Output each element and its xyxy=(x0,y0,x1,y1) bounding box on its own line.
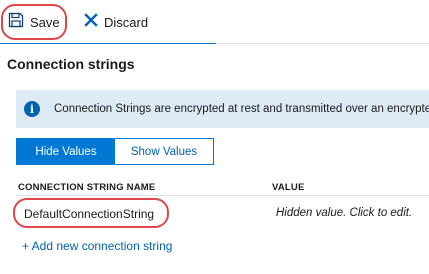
section-title: Connection strings xyxy=(7,56,135,72)
column-header-name: CONNECTION STRING NAME xyxy=(18,182,156,193)
info-text: Connection Strings are encrypted at rest… xyxy=(54,103,429,115)
info-banner: i Connection Strings are encrypted at re… xyxy=(16,90,429,128)
show-values-button[interactable]: Show Values xyxy=(115,139,213,164)
save-highlight-annotation xyxy=(1,4,67,40)
toolbar-divider xyxy=(216,43,429,44)
toolbar-active-underline xyxy=(0,43,216,44)
discard-label: Discard xyxy=(104,14,149,30)
discard-button[interactable]: Discard xyxy=(84,8,148,36)
column-header-value: VALUE xyxy=(272,182,305,193)
connection-string-value[interactable]: Hidden value. Click to edit. xyxy=(276,207,412,219)
values-toggle: Hide Values Show Values xyxy=(16,138,214,165)
row-highlight-annotation xyxy=(13,198,169,228)
hide-values-button[interactable]: Hide Values xyxy=(17,139,115,164)
add-connection-string-link[interactable]: + Add new connection string xyxy=(22,239,172,253)
x-icon xyxy=(84,12,98,32)
info-icon: i xyxy=(24,101,40,117)
